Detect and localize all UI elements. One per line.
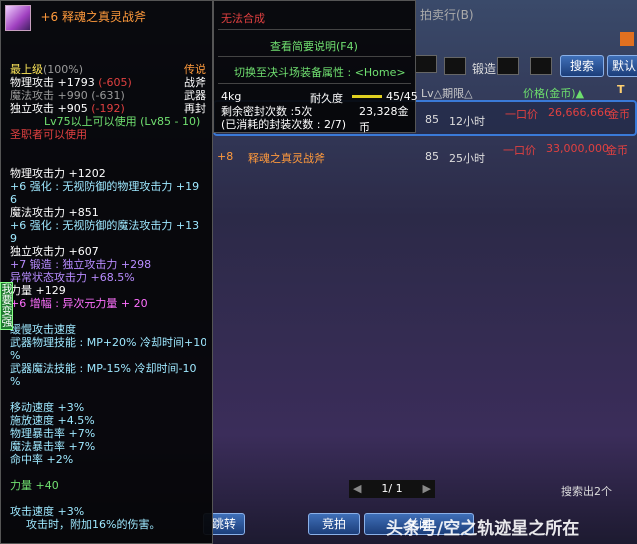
mag-atk: 魔法攻击 +990 (-631) [10, 89, 125, 102]
no-synthesis-text: 无法合成 [221, 12, 265, 25]
watermark: 头条号/空之轨迹星之所在 [386, 519, 580, 539]
stat-line: 魔法攻击力 +851 [10, 206, 99, 219]
row-time: 25小时 [449, 152, 485, 165]
table-row[interactable]: +8 释魂之真灵战斧 85 25小时 一口价 33,000,000 金币 [213, 140, 637, 172]
stat-line: 物理攻击力 +1202 [10, 167, 106, 180]
forge-max-input[interactable] [530, 57, 552, 75]
stat-line: +6 增幅 : 异次元力量 + 20 [10, 297, 148, 310]
item-title: +6 释魂之真灵战斧 [40, 10, 147, 24]
weight: 4kg [221, 90, 242, 103]
durability-value: 45/45 [386, 90, 418, 103]
durability-label: 耐久度 [310, 92, 343, 105]
row-price: 26,666,666 [548, 106, 611, 119]
bid-button[interactable]: 竞拍 [308, 513, 360, 535]
ind-atk-diff: (-192) [91, 102, 125, 115]
axe-item-icon [5, 5, 31, 31]
default-settings-button[interactable]: 默认设 [607, 55, 637, 77]
item-category: 武器 [184, 89, 206, 102]
stat-line: 武器物理技能 : MP+20% 冷却时间+10 [10, 336, 206, 349]
phys-atk: 物理攻击 +1793 [10, 76, 95, 89]
stat-line: 魔法暴击率 +7% [10, 440, 96, 453]
durability-bar [352, 95, 382, 98]
stat-line: 独立攻击力 +607 [10, 245, 99, 258]
seal-used: (已消耗的封装次数 : 2/7) [221, 118, 346, 131]
pagination: ◀ 1/ 1 ▶ [349, 480, 435, 498]
weapon-type: 战斧 [184, 76, 206, 89]
stat-line: +7 锻造 : 独立攻击力 +298 [10, 258, 152, 271]
strength-bonus: 力量 +40 [10, 479, 59, 492]
stat-line: 移动速度 +3% [10, 401, 85, 414]
stat-line: +6 强化 : 无视防御的物理攻击力 +19 [10, 180, 200, 193]
stat-line: % [10, 349, 21, 362]
grade: 最上级 [10, 63, 43, 76]
prev-page-icon[interactable]: ◀ [353, 480, 361, 498]
hammer-icon: T [617, 83, 625, 96]
col-lv-period[interactable]: Lv△期限△ [421, 85, 473, 101]
attack-speed: 攻击速度 +3% [10, 505, 85, 518]
row-price: 33,000,000 [546, 142, 609, 155]
stat-line: +6 强化 : 无视防御的魔法攻击力 +13 [10, 219, 200, 232]
switch-pvp-stats-link[interactable]: 切换至决斗场装备属性 : <Home> [234, 64, 406, 80]
row-unit: 金币 [606, 144, 628, 157]
on-hit-effect: 攻击时，附加16%的伤害。 [26, 518, 161, 531]
stat-line: 命中率 +2% [10, 453, 74, 466]
class-requirement: 圣职者可以使用 [10, 128, 87, 141]
forge-label: 锻造 [472, 62, 497, 76]
forge-min-input[interactable] [497, 57, 519, 75]
reseal-status: 再封 [184, 102, 206, 115]
brief-description-link[interactable]: 查看简要说明(F4) [270, 38, 358, 54]
row-lv: 85 [425, 113, 439, 126]
page-number: 1/ 1 [381, 482, 403, 495]
grade-percent: (100%) [43, 63, 84, 76]
stat-line: 物理暴击率 +7% [10, 427, 96, 440]
stat-line: 力量 +129 [10, 284, 66, 297]
stat-line: % [10, 375, 21, 388]
stat-line: 武器魔法技能 : MP-15% 冷却时间-10 [10, 362, 197, 375]
level-min-input[interactable] [415, 55, 437, 73]
stat-line: 施放速度 +4.5% [10, 414, 95, 427]
phys-atk-diff: (-605) [98, 76, 132, 89]
save-icon[interactable] [620, 32, 634, 46]
stat-line: 9 [10, 232, 17, 245]
row-lv: 85 [425, 150, 439, 163]
rarity: 传说 [184, 63, 206, 76]
level-max-input[interactable] [444, 57, 466, 75]
info-tooltip: 无法合成 查看简要说明(F4) 切换至决斗场装备属性 : <Home> 4kg … [213, 0, 418, 134]
next-page-icon[interactable]: ▶ [423, 480, 431, 498]
item-tooltip: +6 释魂之真灵战斧 最上级(100%) 传说 物理攻击 +1793 (-605)… [0, 0, 213, 544]
level-requirement: Lv75以上可以使用 (Lv85 - 10) [44, 115, 201, 128]
stat-line: 6 [10, 193, 17, 206]
auction-title: 拍卖行(B) [420, 8, 474, 22]
ind-atk: 独立攻击 +905 [10, 102, 88, 115]
search-button[interactable]: 搜索 [560, 55, 604, 77]
row-enhance: +8 [217, 150, 234, 163]
row-name: 释魂之真灵战斧 [248, 152, 325, 165]
sell-price: 23,328金币 [359, 105, 409, 134]
result-count: 搜索出2个 [561, 485, 612, 498]
row-time: 12小时 [449, 115, 485, 128]
row-type: 一口价 [505, 108, 538, 121]
row-unit: 金币 [608, 108, 630, 121]
side-tab-get-stronger[interactable]: 我要变强 [0, 282, 13, 330]
stat-line: 缓慢攻击速度 [10, 323, 76, 336]
stat-line: 异常状态攻击力 +68.5% [10, 271, 135, 284]
row-type: 一口价 [503, 144, 536, 157]
col-price[interactable]: 价格(金币)▲ [523, 85, 584, 101]
